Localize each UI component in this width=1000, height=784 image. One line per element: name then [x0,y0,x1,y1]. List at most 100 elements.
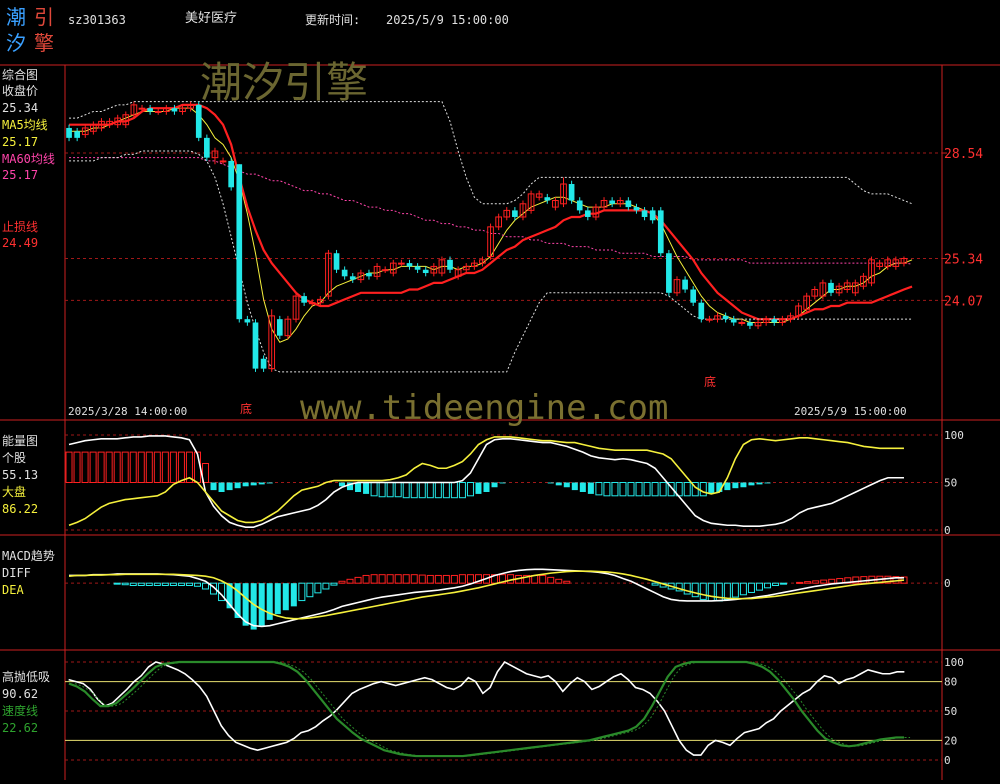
macd-bar [563,580,571,584]
macd-bar [378,574,386,584]
main-title: 综合图 [2,68,39,82]
hl-panel: 100 80 50 20 0 [65,656,964,767]
energy-bar [218,482,225,492]
energy-bar [611,482,619,497]
macd-bar [828,578,836,584]
hl-tick-label: 0 [944,754,951,767]
macd-diff-label: DIFF [2,566,31,580]
energy-bar [595,482,603,496]
macd-bar [161,582,169,587]
hl-line [68,660,905,756]
energy-bar [210,482,217,491]
hl-tick-label: 100 [944,656,964,669]
energy-bar [683,482,691,497]
energy-bar [499,482,506,484]
energy-bar [145,451,153,484]
energy-tick-label: 100 [944,429,964,442]
candle-body [690,289,697,303]
candle-body [738,321,746,324]
candle-body [147,108,153,112]
macd-bar [820,579,828,584]
hl-line [68,660,905,758]
macd-bar [185,582,193,587]
candle-body [422,269,429,274]
candle-body [66,127,72,138]
macd-tick-label: 0 [944,577,951,590]
macd-bar [153,582,161,587]
macd-bar [812,580,820,584]
logo-char-1: 潮 [6,5,26,29]
macd-bar [201,582,210,590]
candle-body [576,200,583,211]
macd-bar [691,582,699,598]
energy-market-label: 大盘 [2,485,27,499]
candle-body [219,160,227,163]
candle-body [341,269,348,277]
energy-bar [627,482,635,497]
hl-main-value: 90.62 [2,687,39,701]
macd-bar [386,574,394,584]
candle-body [406,263,413,267]
energy-bar [266,482,273,484]
energy-stock-value: 55.13 [2,468,39,482]
macd-bar [747,582,755,593]
energy-bar [169,451,177,484]
candle-body [544,197,551,201]
energy-bar [97,451,105,484]
energy-bar [258,482,265,485]
energy-bar [129,451,137,484]
candle-body [381,269,389,272]
energy-stock-label: 个股 [2,451,27,465]
macd-bar [458,574,466,584]
energy-bar [402,482,410,499]
macd-bar [539,574,547,584]
candle-body [633,207,640,211]
candle-body [682,279,688,290]
hl-tick-label: 80 [944,676,957,689]
energy-bar [563,482,570,488]
hl-tick-label: 50 [944,705,957,718]
macd-bar [306,582,314,598]
bottom-signal-1: 底 [240,402,253,416]
energy-bar [466,482,474,497]
macd-dea-label: DEA [2,583,24,597]
macd-bar [290,583,297,607]
macd-bar [772,582,780,587]
energy-bar [635,482,643,497]
chart-stage: 28.54 25.34 24.07 100 50 0 0 100 80 50 20 0 潮 引 汐 擎… [0,0,1000,780]
main-tick-label: 28.54 [944,147,983,162]
energy-bar [161,451,169,484]
macd-bar [145,582,153,587]
logo-char-4: 擎 [34,31,54,55]
main-series-line [69,150,913,373]
energy-bar [587,482,594,494]
macd-bar [169,582,177,587]
macd-bar [683,582,691,595]
main-series-line [69,103,913,321]
hl-line-lag [74,661,911,757]
macd-bar [804,581,812,584]
candle-body [204,137,210,158]
energy-bar [555,482,562,486]
energy-bar [386,482,394,498]
watermark-url: www.tideengine.com [300,388,669,428]
energy-bar [394,482,402,498]
energy-bar [699,482,707,497]
candle-body [228,160,235,188]
energy-bar [732,482,739,489]
candle-body [171,108,178,112]
energy-market-value: 86.22 [2,502,39,516]
macd-panel: 0 [65,568,951,630]
stock-code: sz301363 [68,13,126,27]
macd-bar [258,583,265,626]
energy-bar [603,482,611,497]
macd-bar [418,574,426,584]
macd-bar [282,583,289,611]
candle-body [244,319,251,323]
energy-bar [579,482,586,492]
stock-name: 美好医疗 [185,11,238,26]
main-ma60-value: 25.17 [2,168,39,182]
update-time: 2025/5/9 15:00:00 [386,13,509,27]
candle-body [333,253,340,270]
energy-bar [418,482,426,499]
